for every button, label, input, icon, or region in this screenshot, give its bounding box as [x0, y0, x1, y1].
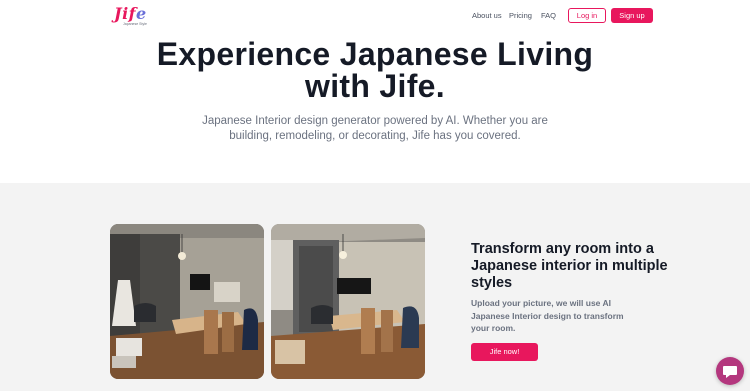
chat-bubble-icon [723, 366, 737, 378]
chat-widget-button[interactable] [716, 357, 744, 385]
hero-title: Experience Japanese Living with Jife. [156, 36, 594, 104]
feature-section: Transform any room into a Japanese inter… [0, 183, 750, 391]
room-photo-after [271, 224, 425, 379]
feature-title: Transform any room into a Japanese inter… [471, 241, 668, 291]
jife-now-button[interactable]: Jife now! [471, 343, 538, 361]
jife-logo[interactable]: Jife Japanese Style [114, 4, 154, 27]
logo-tagline: Japanese Style [123, 22, 147, 26]
nav-pricing[interactable]: Pricing [509, 11, 532, 20]
hero-subtitle: Japanese Interior design generator power… [202, 115, 548, 142]
feature-description: Upload your picture, we will use AI Japa… [471, 298, 624, 333]
signup-button[interactable]: Sign up [611, 8, 653, 23]
login-button[interactable]: Log in [568, 8, 606, 23]
top-navbar: Jife Japanese Style About us Pricing FAQ… [0, 0, 750, 32]
logo-wordmark: Jife [114, 4, 147, 23]
nav-about-us[interactable]: About us [472, 11, 502, 20]
room-photo-before [110, 224, 264, 379]
nav-faq[interactable]: FAQ [541, 11, 556, 20]
